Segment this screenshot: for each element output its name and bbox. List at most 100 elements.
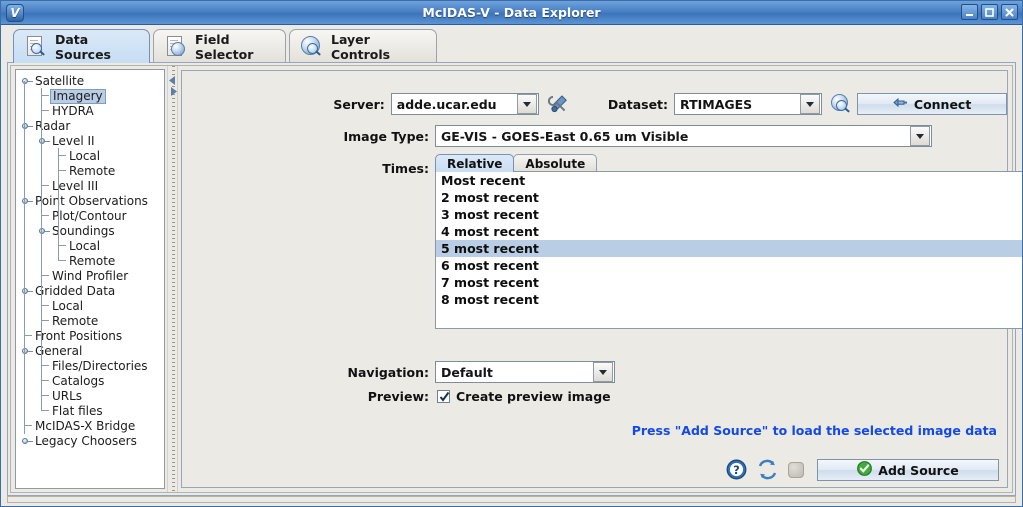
maximize-button[interactable] [981,4,998,20]
image-type-value: GE-VIS - GOES-East 0.65 um Visible [436,129,910,144]
tree-item-label: Point Observations [35,194,148,209]
tree-item-radar[interactable]: Radar [16,119,164,134]
relative-time-item-partial[interactable] [436,308,1023,312]
add-source-button[interactable]: Add Source [817,459,999,481]
tree-branch-line [58,253,66,261]
navigation-value: Default [436,365,593,380]
times-tab-relative[interactable]: Relative [435,154,514,172]
tree-item-label: General [35,344,82,359]
tree-connector-line [24,81,25,434]
add-source-label: Add Source [878,463,958,478]
document-globe-icon [164,35,188,59]
tree-item-remote[interactable]: Remote [16,164,164,179]
globe-search-icon[interactable] [830,93,848,115]
tree-branch-line [41,88,49,96]
tree-item-catalogs[interactable]: Catalogs [16,374,164,389]
relative-time-item[interactable]: 8 most recent [436,291,1023,308]
navigation-combo[interactable]: Default [435,361,615,383]
tab-field-selector[interactable]: Field Selector [153,29,286,63]
adde-image-chooser: Server: adde.ucar.edu Data [181,70,1008,488]
chooser-tree[interactable]: SatelliteImageryHYDRARadarLevel IILocalR… [15,69,165,489]
relative-times-list[interactable]: Most recent2 most recent3 most recent4 m… [435,171,1023,329]
times-label: Times: [182,161,429,176]
add-source-hint: Press "Add Source" to load the selected … [632,423,997,438]
create-preview-checkbox[interactable] [437,390,450,403]
tree-item-label: Flat files [52,404,103,419]
tree-branch-line [24,328,32,336]
tab-data-sources[interactable]: Data Sources [13,29,150,63]
tree-item-level-iii[interactable]: Level III [16,179,164,194]
tree-item-level-ii[interactable]: Level II [16,134,164,149]
minimize-button[interactable] [961,4,978,20]
action-bar: ? [726,459,999,481]
relative-time-item[interactable]: 6 most recent [436,257,1023,274]
relative-time-item[interactable]: Most recent [436,172,1023,189]
tree-item-remote[interactable]: Remote [16,254,164,269]
tree-item-wind-profiler[interactable]: Wind Profiler [16,269,164,284]
create-preview-label: Create preview image [456,389,611,404]
tree-item-label: Legacy Choosers [35,434,137,449]
tab-label: Layer Controls [331,32,422,62]
tree-item-remote[interactable]: Remote [16,314,164,329]
tree-item-label: Imagery [50,89,106,104]
tree-item-label: Wind Profiler [52,269,128,284]
relative-time-item[interactable]: 4 most recent [436,223,1023,240]
tree-item-point-observations[interactable]: Point Observations [16,194,164,209]
tree-item-local[interactable]: Local [16,299,164,314]
tree-branch-line [41,313,49,321]
divider-grip[interactable] [172,66,175,492]
chevron-down-icon[interactable] [593,362,613,382]
tree-item-label: Level II [52,134,95,149]
tree-item-satellite[interactable]: Satellite [16,74,164,89]
content-frame: SatelliteImageryHYDRARadarLevel IILocalR… [7,62,1016,496]
chevron-down-icon[interactable] [800,94,820,114]
tree-item-hydra[interactable]: HYDRA [16,104,164,119]
tree-item-gridded-data[interactable]: Gridded Data [16,284,164,299]
server-combo[interactable]: adde.ucar.edu [391,93,539,115]
split-divider[interactable] [167,66,178,492]
tree-item-legacy-choosers[interactable]: Legacy Choosers [16,434,164,449]
dataset-combo[interactable]: RTIMAGES [674,93,822,115]
tree-item-urls[interactable]: URLs [16,389,164,404]
tab-layer-controls[interactable]: Layer Controls [289,29,437,63]
tree-item-local[interactable]: Local [16,149,164,164]
chevron-down-icon[interactable] [517,94,537,114]
collapse-left-icon[interactable] [169,70,177,79]
tree-branch-line [41,358,49,366]
relative-time-item[interactable]: 7 most recent [436,274,1023,291]
tree-item-files-directories[interactable]: Files/Directories [16,359,164,374]
tree-item-label: Local [52,299,83,314]
help-question-icon[interactable]: ? [726,459,748,481]
relative-time-item[interactable]: 5 most recent [436,240,1023,257]
preview-label: Preview: [182,389,429,404]
chevron-down-icon[interactable] [910,126,930,146]
tree-item-plot-contour[interactable]: Plot/Contour [16,209,164,224]
tree-item-label: URLs [52,389,82,404]
green-check-icon [857,461,872,479]
relative-time-item[interactable]: 2 most recent [436,189,1023,206]
tree-toggle-icon[interactable] [22,438,30,446]
tree-branch-line [58,163,66,171]
globe-search-icon [300,35,324,59]
tree-item-imagery[interactable]: Imagery [16,89,164,104]
tree-item-mcidas-x-bridge[interactable]: McIDAS-X Bridge [16,419,164,434]
connect-button[interactable]: Connect [857,93,1007,115]
tree-item-general[interactable]: General [16,344,164,359]
relative-time-item[interactable]: 3 most recent [436,206,1023,223]
chooser-tree-panel: SatelliteImageryHYDRARadarLevel IILocalR… [11,66,167,492]
tree-item-label: Remote [69,254,115,269]
refresh-icon[interactable] [757,459,779,481]
image-type-combo[interactable]: GE-VIS - GOES-East 0.65 um Visible [435,125,932,147]
chooser-form-panel: Server: adde.ucar.edu Data [178,66,1012,492]
tree-item-label: Local [69,239,100,254]
create-preview-checkbox-group[interactable]: Create preview image [437,389,611,404]
wrench-screwdriver-icon[interactable] [548,93,570,115]
tree-branch-line [41,103,49,111]
tree-item-soundings[interactable]: Soundings [16,224,164,239]
tree-item-flat-files[interactable]: Flat files [16,404,164,419]
collapse-right-icon[interactable] [169,81,177,90]
tree-item-front-positions[interactable]: Front Positions [16,329,164,344]
times-tab-absolute[interactable]: Absolute [513,154,597,172]
tree-item-local[interactable]: Local [16,239,164,254]
close-button[interactable] [1001,4,1018,20]
